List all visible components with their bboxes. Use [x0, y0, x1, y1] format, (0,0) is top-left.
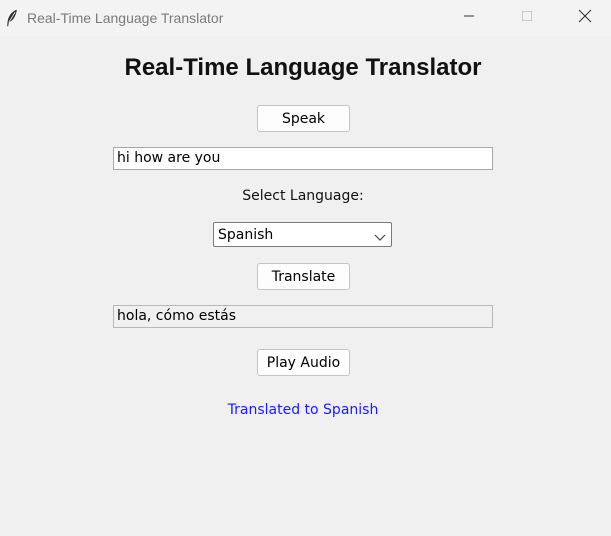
close-button[interactable]: [562, 0, 608, 36]
chevron-down-icon: [374, 230, 386, 241]
select-language-label: Select Language:: [242, 188, 364, 204]
translate-button[interactable]: Translate: [257, 263, 350, 290]
minimize-icon: [463, 9, 475, 27]
title-bar[interactable]: Real-Time Language Translator: [0, 0, 611, 36]
page-title: Real-Time Language Translator: [124, 54, 482, 81]
window-title: Real-Time Language Translator: [27, 10, 224, 26]
language-select-value: Spanish: [218, 227, 274, 243]
feather-icon: [6, 9, 18, 27]
status-message: Translated to Spanish: [227, 402, 379, 418]
maximize-button[interactable]: [504, 0, 550, 36]
language-select[interactable]: Spanish: [213, 222, 392, 247]
input-text-field[interactable]: hi how are you: [113, 147, 493, 170]
output-text-field[interactable]: hola, cómo estás: [113, 305, 493, 328]
close-icon: [578, 9, 592, 28]
maximize-icon: [521, 9, 533, 27]
app-window: Real-Time Language Translator Real-Time …: [0, 0, 611, 536]
minimize-button[interactable]: [446, 0, 492, 36]
play-audio-button[interactable]: Play Audio: [257, 349, 350, 376]
speak-button[interactable]: Speak: [257, 105, 350, 132]
